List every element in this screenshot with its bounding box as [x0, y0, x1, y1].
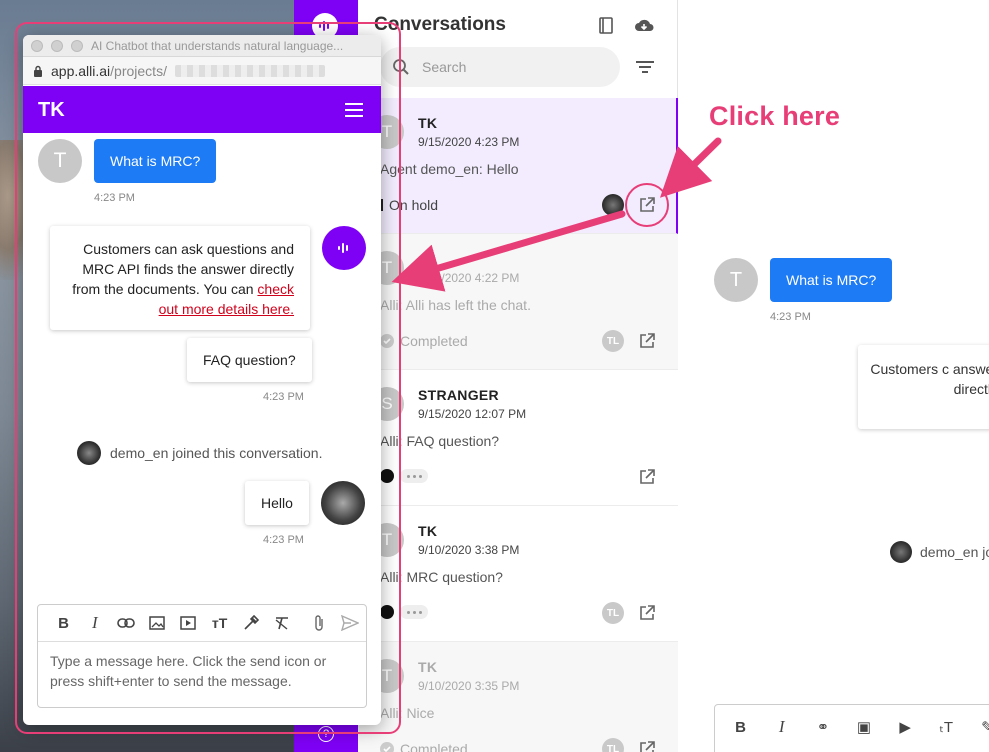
conversation-name: TK [418, 523, 438, 539]
image-icon[interactable]: ▣ [850, 715, 877, 739]
color-picker-icon[interactable]: ✎ [974, 715, 989, 739]
conversation-name: TK [418, 659, 438, 675]
conversation-card[interactable]: T 9/15/2020 4:22 PM Alli: Alli has left … [358, 234, 678, 370]
open-button-highlight [625, 183, 669, 227]
conversation-card[interactable]: T TK 9/10/2020 3:35 PM Alli: Nice Comple… [358, 642, 678, 752]
typing-dots-icon [400, 605, 428, 619]
link-icon[interactable]: ⚭ [809, 715, 836, 739]
message-time: 4:23 PM [770, 311, 811, 323]
user-message: What is MRC? [770, 258, 893, 302]
conversation-name: STRANGER [418, 387, 499, 403]
text-size-icon[interactable]: ₜT [933, 715, 960, 739]
agent-avatar [602, 194, 624, 216]
check-circle-icon [380, 742, 394, 752]
status-badge: Completed [380, 741, 468, 752]
conversation-card[interactable]: S STRANGER 9/15/2020 12:07 PM Alli: FAQ … [358, 370, 678, 506]
join-notice: demo_en jo [890, 541, 989, 563]
message-composer[interactable]: B I ⚭ ▣ ▶ ₜT ✎ [714, 704, 989, 752]
agent-avatar: TL [602, 602, 624, 624]
conversation-time: 9/15/2020 4:22 PM [418, 271, 520, 285]
conversation-name: TK [418, 115, 438, 131]
conversation-card[interactable]: T TK 9/10/2020 3:38 PM Alli: MRC questio… [358, 506, 678, 642]
conversation-preview: Alli: Alli has left the chat. [380, 297, 531, 313]
open-in-window-icon[interactable] [638, 604, 656, 622]
agent-avatar: TL [602, 330, 624, 352]
join-notice-text: demo_en jo [920, 544, 989, 560]
avatar: T [714, 258, 758, 302]
video-icon[interactable]: ▶ [892, 715, 919, 739]
agent-avatar: TL [602, 738, 624, 752]
open-in-window-icon[interactable] [638, 468, 656, 486]
open-in-window-icon[interactable] [638, 332, 656, 350]
filter-icon[interactable] [634, 58, 656, 76]
search-input[interactable] [422, 59, 602, 75]
agent-avatar [890, 541, 912, 563]
status-text: Completed [400, 741, 468, 752]
conversations-panel: Conversations T TK 9/15/2020 4:23 PM Age… [358, 0, 678, 752]
bot-message: Customers c answer directly [858, 345, 989, 429]
cloud-download-icon[interactable] [634, 15, 654, 35]
book-icon[interactable] [596, 15, 616, 35]
conversation-time: 9/15/2020 12:07 PM [418, 407, 527, 421]
popup-highlight-frame [15, 22, 401, 734]
italic-button[interactable]: I [768, 715, 795, 739]
open-in-window-icon[interactable] [638, 740, 656, 752]
typing-dots-icon [400, 469, 428, 483]
annotation-label: Click here [709, 101, 841, 131]
conversation-time: 9/15/2020 4:23 PM [418, 135, 520, 149]
conversation-time: 9/10/2020 3:38 PM [418, 543, 520, 557]
search-bar[interactable] [380, 47, 620, 87]
status-text: Completed [400, 333, 468, 349]
conversation-time: 9/10/2020 3:35 PM [418, 679, 520, 693]
bold-button[interactable]: B [727, 715, 754, 739]
